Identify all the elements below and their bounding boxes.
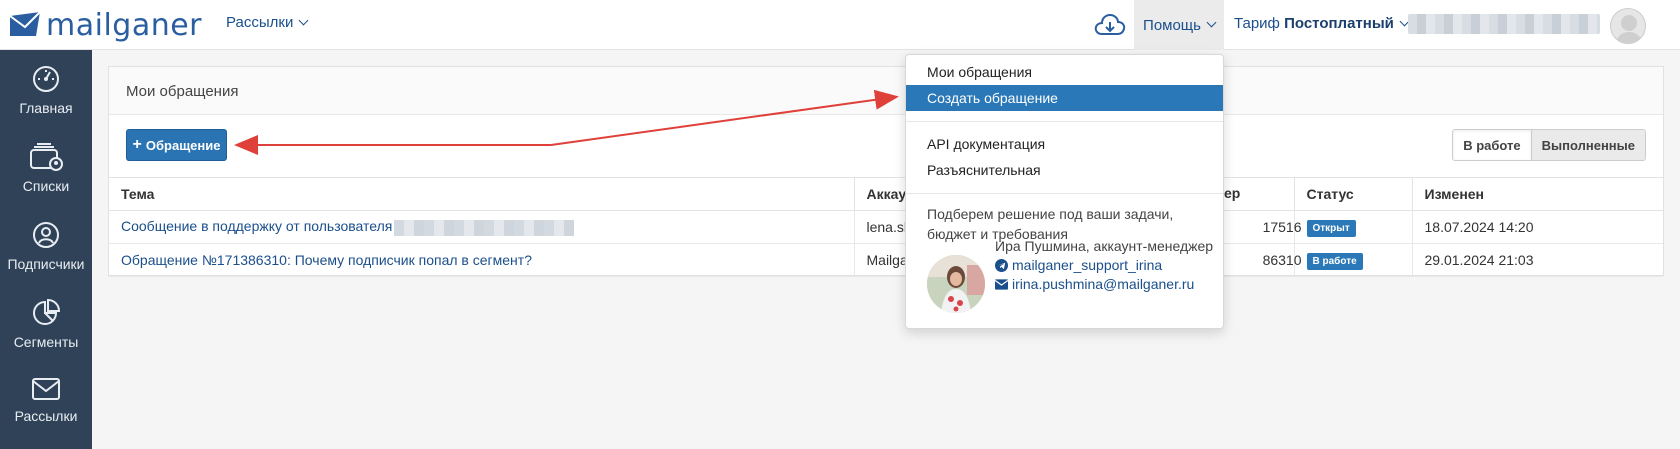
- sidebar-item-lists[interactable]: Списки: [0, 142, 92, 194]
- column-changed[interactable]: Изменен: [1411, 177, 1663, 211]
- nav-mailings-label: Рассылки: [226, 14, 294, 31]
- sidebar-item-home[interactable]: Главная: [0, 64, 92, 116]
- user-name-blurred[interactable]: [1408, 14, 1600, 34]
- table-header: Тема Аккаун Статус Изменен: [109, 177, 1663, 211]
- manager-photo-image: [927, 255, 985, 313]
- menu-item-explanatory[interactable]: Разъяснительная: [906, 157, 1223, 183]
- tariff-menu[interactable]: Тариф Постоплатный: [1234, 15, 1410, 32]
- help-dropdown-menu: Мои обращения Создать обращение API доку…: [905, 54, 1224, 329]
- tickets-panel: Мои обращения + Обращение В работе Выпол…: [108, 66, 1664, 277]
- filter-done-button[interactable]: Выполненные: [1531, 130, 1645, 160]
- status-badge: В работе: [1306, 252, 1363, 270]
- cloud-download-icon[interactable]: [1094, 12, 1126, 38]
- menu-item-api-docs[interactable]: API документация: [906, 131, 1223, 157]
- email-link[interactable]: irina.pushmina@mailganer.ru: [1012, 276, 1194, 292]
- cell-changed: 18.07.2024 14:20: [1411, 210, 1663, 244]
- avatar[interactable]: [1610, 8, 1646, 44]
- top-bar: mailganer Рассылки Помощь Тариф Постопла…: [0, 0, 1680, 50]
- telegram-link-row[interactable]: mailganer_support_irina: [995, 257, 1162, 273]
- new-ticket-label: Обращение: [145, 137, 221, 153]
- user-icon: [33, 222, 59, 248]
- sidebar-item-label: Подписчики: [7, 256, 85, 272]
- column-number-fragment: ер: [1224, 184, 1241, 201]
- table-row[interactable]: Обращение №171386310: Почему подписчик п…: [109, 243, 1663, 277]
- chevron-down-icon: [298, 15, 309, 26]
- telegram-link[interactable]: mailganer_support_irina: [1012, 257, 1162, 273]
- help-label: Помощь: [1143, 16, 1201, 34]
- panel-title: Мои обращения: [109, 67, 1663, 115]
- logo-envelope-icon: [9, 11, 41, 36]
- menu-item-create-ticket[interactable]: Создать обращение: [906, 85, 1223, 111]
- cell-status: Открыт: [1293, 210, 1412, 244]
- email-link-row[interactable]: irina.pushmina@mailganer.ru: [995, 276, 1194, 292]
- sidebar-item-label: Списки: [22, 178, 70, 194]
- contacts-list-icon: [30, 143, 63, 171]
- menu-divider: [906, 121, 1223, 122]
- sidebar-item-segments[interactable]: Сегменты: [0, 298, 92, 350]
- sidebar-item-label: Главная: [19, 100, 73, 116]
- menu-item-my-tickets[interactable]: Мои обращения: [906, 59, 1223, 85]
- sidebar-item-mailings[interactable]: Рассылки: [0, 376, 92, 424]
- account-value: Mailga: [866, 252, 908, 268]
- sidebar: Главная Списки Подписчики Сегменты Рассы…: [0, 50, 92, 449]
- manager-photo: [927, 255, 985, 313]
- dashboard-icon: [33, 66, 59, 92]
- tariff-label: Тариф: [1234, 15, 1280, 32]
- logo[interactable]: mailganer: [8, 6, 202, 44]
- status-filter: В работе Выполненные: [1452, 129, 1646, 161]
- ticket-link[interactable]: Обращение №171386310: Почему подписчик п…: [121, 252, 532, 268]
- tickets-table: Тема Аккаун Статус Изменен Сообщение в п…: [109, 177, 1663, 277]
- cell-topic[interactable]: Сообщение в поддержку от пользователя: [109, 210, 854, 244]
- filter-in-progress-button[interactable]: В работе: [1453, 130, 1532, 160]
- table-row[interactable]: Сообщение в поддержку от пользователя le…: [109, 210, 1663, 244]
- cell-topic[interactable]: Обращение №171386310: Почему подписчик п…: [109, 243, 854, 277]
- cell-changed: 29.01.2024 21:03: [1411, 243, 1663, 277]
- ticket-link[interactable]: Сообщение в поддержку от пользователя: [121, 218, 392, 234]
- new-ticket-button[interactable]: + Обращение: [126, 129, 227, 161]
- user-avatar-icon: [1615, 15, 1643, 43]
- cell-status: В работе: [1293, 243, 1412, 277]
- blurred-user-name: [394, 219, 575, 236]
- sidebar-item-subscribers[interactable]: Подписчики: [0, 220, 92, 272]
- menu-divider: [906, 193, 1223, 194]
- column-status[interactable]: Статус: [1293, 177, 1412, 211]
- sidebar-item-label: Сегменты: [13, 334, 79, 350]
- pie-chart-icon: [33, 298, 61, 325]
- chevron-down-icon: [1206, 17, 1217, 27]
- status-badge: Открыт: [1306, 219, 1356, 237]
- telegram-icon: [995, 258, 1008, 272]
- envelope-icon: [32, 378, 60, 400]
- number-value: 17516: [1262, 219, 1302, 235]
- column-topic[interactable]: Тема: [109, 177, 854, 211]
- manager-name: Ира Пушмина, аккаунт-менеджер: [995, 238, 1214, 254]
- tariff-value: Постоплатный: [1284, 15, 1394, 32]
- number-value: 86310: [1262, 252, 1302, 268]
- envelope-icon: [995, 278, 1008, 290]
- nav-mailings-menu[interactable]: Рассылки: [226, 14, 309, 31]
- promo-text-line1: Подберем решение под ваши задачи,: [927, 206, 1174, 222]
- plus-icon: +: [132, 136, 142, 153]
- help-menu-button[interactable]: Помощь: [1134, 0, 1224, 50]
- sidebar-item-label: Рассылки: [14, 408, 78, 424]
- logo-text: mailganer: [46, 7, 203, 43]
